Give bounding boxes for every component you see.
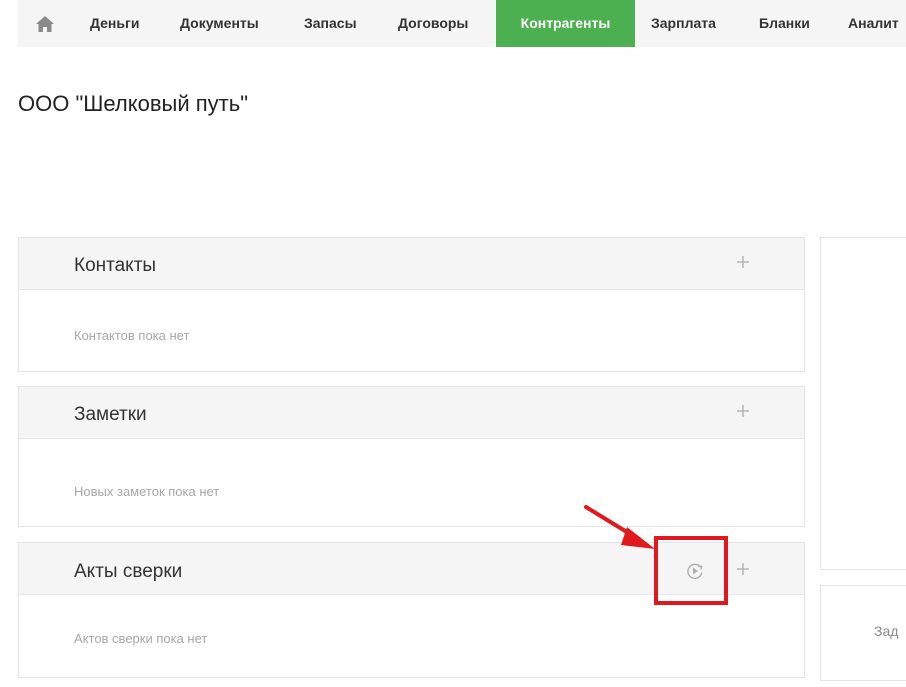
add-note-button[interactable]: [732, 400, 754, 422]
nav-item-contracts[interactable]: Договоры: [398, 0, 468, 47]
contacts-panel-header: Контакты: [19, 238, 804, 290]
page-title: ООО "Шелковый путь": [18, 91, 249, 116]
notes-panel-header: Заметки: [19, 387, 804, 439]
plus-icon: [737, 256, 749, 268]
home-icon: [36, 15, 54, 32]
plus-icon: [737, 405, 749, 417]
notes-panel: Заметки Новых заметок пока нет: [18, 386, 805, 527]
red-arrow-icon: [584, 505, 655, 549]
contacts-panel-title: Контакты: [74, 255, 157, 276]
nav-item-stock[interactable]: Запасы: [304, 0, 357, 47]
home-button[interactable]: [18, 0, 72, 47]
notes-panel-title: Заметки: [74, 404, 147, 425]
nav-item-analytics[interactable]: Аналит: [848, 0, 899, 47]
right-info-card: [820, 237, 906, 570]
nav-item-counterparties[interactable]: Контрагенты: [496, 0, 635, 47]
add-contact-button[interactable]: [732, 251, 754, 273]
nav-item-money[interactable]: Деньги: [90, 0, 139, 47]
top-navigation: Деньги Документы Запасы Договоры Контраг…: [18, 0, 906, 47]
contacts-empty-text: Контактов пока нет: [74, 328, 190, 343]
nav-item-forms[interactable]: Бланки: [759, 0, 810, 47]
nav-item-salary[interactable]: Зарплата: [651, 0, 716, 47]
acts-panel-title: Акты сверки: [74, 561, 183, 582]
nav-item-documents[interactable]: Документы: [180, 0, 259, 47]
right-task-card-text: Зад: [874, 623, 899, 639]
acts-empty-text: Актов сверки пока нет: [74, 631, 208, 646]
add-act-button[interactable]: [732, 558, 754, 580]
highlight-box: [654, 536, 728, 605]
contacts-panel: Контакты Контактов пока нет: [18, 237, 805, 372]
notes-empty-text: Новых заметок пока нет: [74, 484, 220, 499]
right-task-card: Зад: [820, 585, 906, 681]
plus-icon: [737, 563, 749, 575]
